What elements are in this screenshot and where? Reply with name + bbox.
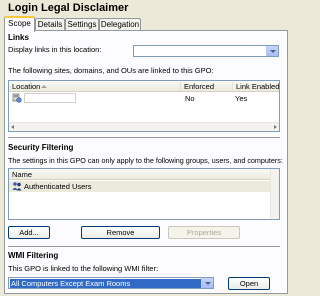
location-value bbox=[24, 93, 76, 103]
scroll-right-icon[interactable] bbox=[274, 125, 277, 129]
column-header-location[interactable]: Location bbox=[9, 82, 181, 91]
tab-delegation-label: Delegation bbox=[100, 20, 140, 29]
table-row[interactable]: Authenticated Users bbox=[9, 181, 271, 192]
chevron-down-icon[interactable] bbox=[201, 278, 213, 288]
column-location-label: Location bbox=[12, 82, 41, 91]
display-links-combo[interactable] bbox=[133, 45, 279, 57]
divider bbox=[8, 137, 280, 138]
security-description: The settings in this GPO can only apply … bbox=[8, 156, 283, 165]
tab-settings-label: Settings bbox=[67, 20, 97, 29]
add-button-label: Add... bbox=[19, 228, 39, 237]
linked-description: The following sites, domains, and OUs ar… bbox=[8, 66, 214, 75]
links-list-header: Location Enforced Link Enabled bbox=[9, 81, 279, 92]
remove-button[interactable]: Remove bbox=[81, 226, 160, 239]
links-section-title: Links bbox=[8, 33, 29, 42]
window-title: Login Legal Disclaimer bbox=[8, 2, 129, 14]
column-link-enabled-label: Link Enabled bbox=[236, 82, 280, 91]
links-horizontal-scrollbar[interactable] bbox=[9, 122, 279, 131]
security-vertical-scrollbar[interactable] bbox=[270, 169, 279, 219]
chevron-down-icon[interactable] bbox=[266, 46, 278, 56]
table-row[interactable]: No Yes bbox=[9, 93, 271, 104]
authenticated-users-label: Authenticated Users bbox=[24, 182, 92, 191]
tab-details-label: Details bbox=[37, 20, 63, 29]
properties-button-label: Properties bbox=[186, 228, 222, 237]
links-list[interactable]: Location Enforced Link Enabled No Yes bbox=[8, 80, 280, 132]
display-links-label: Display links in this location: bbox=[8, 45, 102, 54]
column-name-label: Name bbox=[12, 170, 33, 179]
open-button[interactable]: Open bbox=[228, 277, 270, 290]
security-list-header: Name bbox=[9, 169, 279, 180]
wmi-filtering-title: WMI Filtering bbox=[8, 251, 59, 260]
link-enabled-value: Yes bbox=[235, 94, 248, 103]
security-list[interactable]: Name Authenticated Users bbox=[8, 168, 280, 220]
open-button-label: Open bbox=[239, 279, 259, 288]
column-header-link-enabled[interactable]: Link Enabled bbox=[233, 82, 281, 91]
add-button[interactable]: Add... bbox=[8, 226, 50, 239]
security-filtering-title: Security Filtering bbox=[8, 143, 74, 152]
properties-button[interactable]: Properties bbox=[168, 226, 240, 239]
domain-icon bbox=[12, 93, 22, 103]
wmi-description: This GPO is linked to the following WMI … bbox=[8, 264, 159, 273]
users-group-icon bbox=[12, 181, 22, 191]
tab-scope-label: Scope bbox=[8, 19, 31, 28]
sort-ascending-icon bbox=[41, 85, 47, 88]
scroll-left-icon[interactable] bbox=[11, 125, 14, 129]
divider bbox=[8, 246, 280, 247]
enforced-value: No bbox=[185, 94, 195, 103]
wmi-filter-combo[interactable]: All Computers Except Exam Rooms bbox=[8, 277, 214, 289]
column-header-enforced[interactable]: Enforced bbox=[181, 82, 233, 91]
column-enforced-label: Enforced bbox=[184, 82, 215, 91]
tab-scope[interactable]: Scope bbox=[4, 16, 35, 32]
wmi-filter-selected: All Computers Except Exam Rooms bbox=[10, 279, 201, 288]
column-header-name[interactable]: Name bbox=[9, 170, 271, 179]
remove-button-label: Remove bbox=[106, 228, 135, 237]
